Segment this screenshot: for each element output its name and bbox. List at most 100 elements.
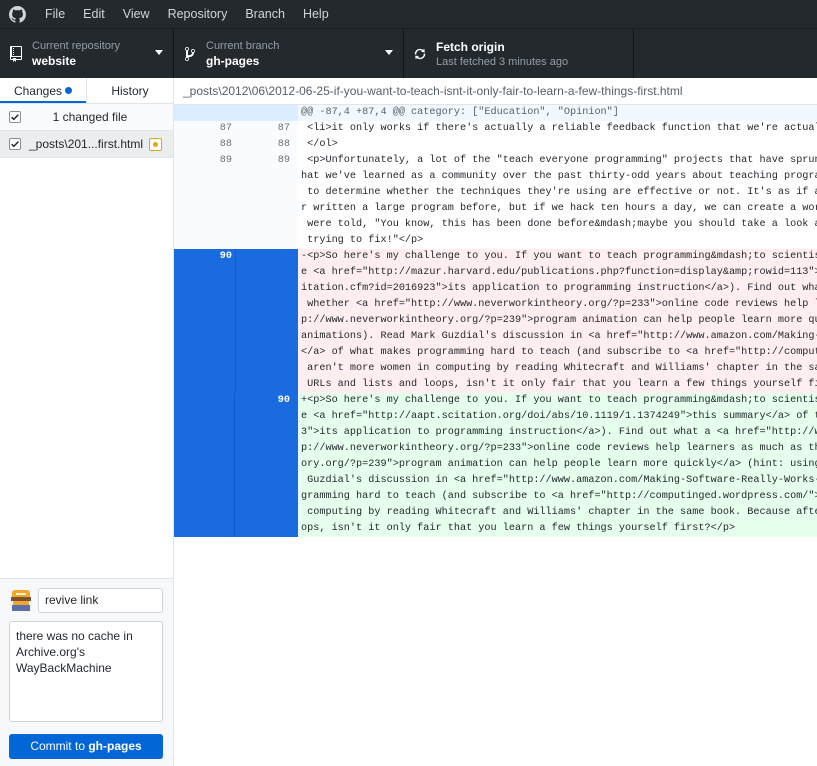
- diff-hunk-header[interactable]: @@ -87,4 +87,4 @@ category: ["Education"…: [174, 105, 817, 121]
- new-line-number[interactable]: [235, 249, 298, 265]
- diff-context-line[interactable]: 87 87 <li>it only works if there's actual…: [174, 121, 817, 137]
- old-line-number[interactable]: [174, 361, 235, 377]
- new-line-number[interactable]: 90: [235, 393, 298, 409]
- new-line-number[interactable]: [235, 233, 298, 249]
- new-line-number[interactable]: [235, 185, 298, 201]
- new-line-number[interactable]: [235, 441, 298, 457]
- new-line-number[interactable]: 88: [235, 137, 298, 153]
- new-line-number[interactable]: [235, 489, 298, 505]
- old-line-number[interactable]: [174, 201, 235, 217]
- diff-context-line[interactable]: trying to fix!"</p>: [174, 233, 817, 249]
- diff-deleted-line[interactable]: e <a href="http://mazur.harvard.edu/publ…: [174, 265, 817, 281]
- new-line-number[interactable]: 89: [235, 153, 298, 169]
- menu-branch[interactable]: Branch: [236, 0, 294, 28]
- old-line-number[interactable]: 89: [174, 153, 235, 169]
- fetch-origin-button[interactable]: Fetch origin Last fetched 3 minutes ago: [404, 29, 634, 78]
- old-line-number[interactable]: [174, 297, 235, 313]
- new-line-number[interactable]: [235, 297, 298, 313]
- new-line-number[interactable]: [235, 265, 298, 281]
- commit-summary-input[interactable]: revive link: [38, 588, 163, 613]
- new-line-number[interactable]: [235, 313, 298, 329]
- commit-description-input[interactable]: there was no cache in Archive.org's WayB…: [9, 621, 163, 722]
- old-line-number[interactable]: 88: [174, 137, 235, 153]
- diff-added-line[interactable]: Guzdial's discussion in <a href="http://…: [174, 473, 817, 489]
- old-line-number[interactable]: [174, 505, 235, 521]
- new-line-number[interactable]: [235, 409, 298, 425]
- old-line-number[interactable]: [174, 457, 235, 473]
- old-line-number[interactable]: 87: [174, 121, 235, 137]
- diff-added-line[interactable]: p://www.neverworkintheory.org/?p=233">on…: [174, 441, 817, 457]
- new-line-number[interactable]: [235, 473, 298, 489]
- old-line-number[interactable]: [174, 345, 235, 361]
- old-line-number[interactable]: [174, 393, 235, 409]
- diff-deleted-line[interactable]: 90 -<p>So here's my challenge to you. If …: [174, 249, 817, 265]
- old-line-number[interactable]: 90: [174, 249, 235, 265]
- old-line-number[interactable]: [174, 169, 235, 185]
- new-line-number[interactable]: [235, 377, 298, 393]
- diff-context-line[interactable]: r written a large program before, but if…: [174, 201, 817, 217]
- diff-added-line[interactable]: computing by reading Whitecraft and Will…: [174, 505, 817, 521]
- diff-deleted-line[interactable]: animations). Read Mark Guzdial's discuss…: [174, 329, 817, 345]
- new-line-number[interactable]: [235, 169, 298, 185]
- old-line-number[interactable]: [174, 265, 235, 281]
- old-line-number[interactable]: [174, 329, 235, 345]
- current-repository-button[interactable]: Current repository website: [0, 29, 174, 78]
- diff-added-line[interactable]: gramming hard to teach (and subscribe to…: [174, 489, 817, 505]
- diff-context-line[interactable]: to determine whether the techniques they…: [174, 185, 817, 201]
- diff-deleted-line[interactable]: whether <a href="http://www.neverworkint…: [174, 297, 817, 313]
- old-line-number[interactable]: [174, 521, 235, 537]
- diff-context-line[interactable]: 88 88 </ol>: [174, 137, 817, 153]
- diff-added-line[interactable]: e <a href="http://aapt.scitation.org/doi…: [174, 409, 817, 425]
- old-line-number[interactable]: [174, 217, 235, 233]
- diff-view[interactable]: @@ -87,4 +87,4 @@ category: ["Education"…: [174, 105, 817, 537]
- tab-changes[interactable]: Changes: [0, 78, 86, 103]
- new-line-number[interactable]: [235, 521, 298, 537]
- diff-deleted-line[interactable]: URLs and lists and loops, isn't it only …: [174, 377, 817, 393]
- menu-edit[interactable]: Edit: [74, 0, 114, 28]
- old-line-number[interactable]: [174, 185, 235, 201]
- new-line-number[interactable]: 87: [235, 121, 298, 137]
- new-line-number[interactable]: [235, 505, 298, 521]
- new-line-number[interactable]: [235, 361, 298, 377]
- tab-history[interactable]: History: [86, 78, 173, 103]
- diff-deleted-line[interactable]: aren't more women in computing by readin…: [174, 361, 817, 377]
- menu-help[interactable]: Help: [294, 0, 338, 28]
- menu-view[interactable]: View: [114, 0, 159, 28]
- new-line-number[interactable]: [235, 201, 298, 217]
- diff-added-line[interactable]: ops, isn't it only fair that you learn a…: [174, 521, 817, 537]
- old-line-number[interactable]: [174, 489, 235, 505]
- file-include-checkbox[interactable]: [9, 138, 21, 150]
- diff-added-line[interactable]: 3">its application to programming instru…: [174, 425, 817, 441]
- new-line-number[interactable]: [235, 457, 298, 473]
- old-line-number[interactable]: [174, 409, 235, 425]
- new-line-number[interactable]: [235, 329, 298, 345]
- old-line-number[interactable]: [174, 473, 235, 489]
- old-line-number[interactable]: [174, 425, 235, 441]
- new-line-number[interactable]: [235, 217, 298, 233]
- commit-button[interactable]: Commit to gh-pages: [9, 734, 163, 759]
- new-line-number[interactable]: [235, 345, 298, 361]
- menu-file[interactable]: File: [36, 0, 74, 28]
- menu-repository[interactable]: Repository: [159, 0, 237, 28]
- select-all-checkbox[interactable]: [9, 111, 21, 123]
- diff-added-line[interactable]: ory.org/?p=239">program animation can he…: [174, 457, 817, 473]
- diff-context-line[interactable]: hat we've learned as a community over th…: [174, 169, 817, 185]
- old-line-number[interactable]: [174, 105, 235, 121]
- old-line-number[interactable]: [174, 377, 235, 393]
- current-branch-button[interactable]: Current branch gh-pages: [174, 29, 404, 78]
- changed-file-item[interactable]: _posts\201...first.html: [0, 131, 173, 158]
- file-modified-icon: [149, 137, 162, 151]
- diff-deleted-line[interactable]: p://www.neverworkintheory.org/?p=239">pr…: [174, 313, 817, 329]
- new-line-number[interactable]: [235, 281, 298, 297]
- diff-context-line[interactable]: 89 89 <p>Unfortunately, a lot of the "tea…: [174, 153, 817, 169]
- new-line-number[interactable]: [235, 425, 298, 441]
- old-line-number[interactable]: [174, 233, 235, 249]
- old-line-number[interactable]: [174, 441, 235, 457]
- old-line-number[interactable]: [174, 313, 235, 329]
- diff-added-line[interactable]: 90 +<p>So here's my challenge to you. If …: [174, 393, 817, 409]
- diff-deleted-line[interactable]: itation.cfm?id=2016923">its application …: [174, 281, 817, 297]
- old-line-number[interactable]: [174, 281, 235, 297]
- new-line-number[interactable]: [235, 105, 298, 121]
- diff-context-line[interactable]: were told, "You know, this has been done…: [174, 217, 817, 233]
- diff-deleted-line[interactable]: </a> of what makes programming hard to t…: [174, 345, 817, 361]
